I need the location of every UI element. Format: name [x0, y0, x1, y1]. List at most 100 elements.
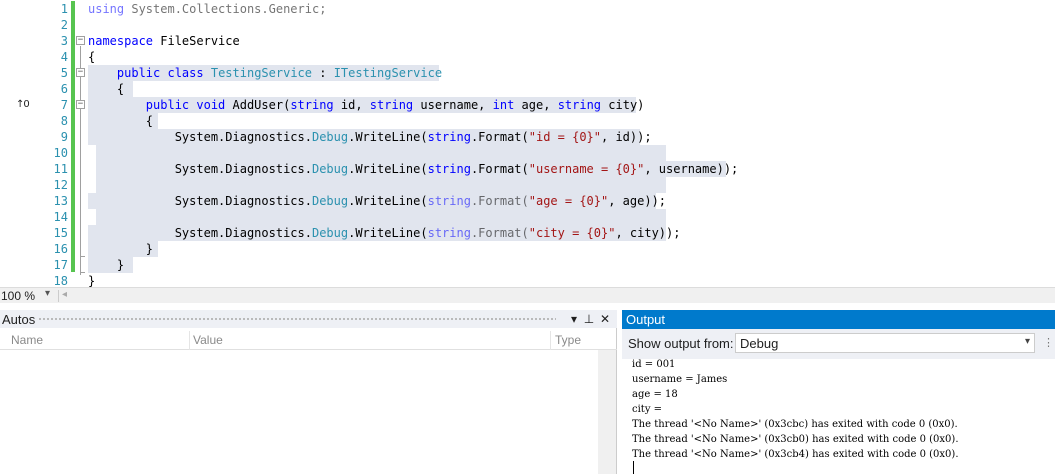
window-menu-icon[interactable]: ▾: [567, 310, 581, 328]
outline-end: [80, 272, 85, 273]
output-toolbar: Show output from: Debug ▾ ⋮: [622, 329, 1055, 359]
code-line-7: public void AddUser(string id, string us…: [88, 97, 652, 113]
line-number: 9: [60, 130, 68, 144]
code-line-15: System.Diagnostics.Debug.WriteLine(strin…: [88, 225, 681, 241]
keyword: string: [290, 98, 334, 112]
line-number: 16: [53, 242, 68, 256]
output-source-select[interactable]: Debug ▾: [735, 333, 1035, 353]
chevron-down-icon: ▾: [1024, 336, 1030, 347]
zoom-dropdown-icon[interactable]: ▾: [45, 288, 50, 299]
code-text: System.Collections.Generic;: [124, 2, 327, 16]
collapse-method-icon[interactable]: −: [76, 100, 85, 109]
line-number: 7: [60, 98, 68, 112]
type-name: ITestingService: [333, 66, 443, 80]
line-number: 10: [53, 146, 68, 160]
selection-highlight: [96, 209, 666, 225]
code-text: , age));: [608, 194, 667, 208]
close-icon[interactable]: ✕: [598, 310, 612, 328]
glyph-margin: ↑0: [0, 0, 38, 287]
code-text: , username));: [644, 162, 739, 176]
line-number: 13: [53, 194, 68, 208]
keyword: public class: [116, 66, 204, 80]
collapse-namespace-icon[interactable]: −: [76, 36, 85, 45]
column-value[interactable]: Value: [193, 333, 223, 347]
code-text: .Format(: [470, 130, 529, 144]
code-text: age,: [514, 98, 558, 112]
code-line-18: }: [88, 274, 96, 287]
show-output-label: Show output from:: [628, 336, 734, 351]
code-editor[interactable]: ↑0 1 2 3 4 5 6 7 8 9 10 11 12 13 14 15 1…: [0, 0, 1055, 287]
line-number: 17: [53, 258, 68, 272]
code-line-6: {: [88, 82, 125, 96]
drag-grip[interactable]: [38, 317, 556, 322]
change-tracking-bar: [71, 1, 75, 272]
pin-icon[interactable]: ⊥: [582, 310, 596, 328]
code-text: username,: [413, 98, 493, 112]
column-type[interactable]: Type: [555, 333, 581, 347]
keyword: string: [427, 130, 471, 144]
autos-scrollbar[interactable]: [598, 350, 616, 474]
selection-highlight: [96, 145, 666, 161]
keyword: int: [492, 98, 515, 112]
string-literal: "age = {0}": [528, 194, 609, 208]
code-text: System.Diagnostics.: [174, 130, 312, 144]
code-text: .WriteLine(: [348, 226, 428, 240]
type-name: Debug: [311, 130, 349, 144]
output-title-bar[interactable]: Output: [622, 310, 1055, 329]
column-name[interactable]: Name: [11, 333, 43, 347]
autos-title: Autos: [2, 312, 36, 327]
line-number: 8: [60, 114, 68, 128]
code-text: System.Diagnostics.: [174, 162, 312, 176]
column-divider[interactable]: [550, 331, 551, 350]
string-literal: "id = {0}": [528, 130, 601, 144]
code-text: id,: [333, 98, 370, 112]
keyword: namespace: [88, 34, 154, 48]
line-number: 5: [60, 66, 68, 80]
toolbar-overflow-icon[interactable]: ⋮: [1043, 336, 1054, 349]
line-number: 11: [53, 162, 68, 176]
output-text[interactable]: id = 001 username = James age = 18 city …: [632, 357, 959, 462]
code-text: AddUser(: [225, 98, 291, 112]
code-text: , id));: [601, 130, 652, 144]
outline-guide: [80, 46, 81, 275]
divider: [58, 290, 59, 302]
code-text: .WriteLine(: [348, 130, 428, 144]
autos-title-bar[interactable]: Autos ▾ ⊥ ✕: [0, 310, 617, 328]
type-name: Debug: [311, 194, 349, 208]
line-number: 14: [53, 210, 68, 224]
keyword: string: [427, 162, 471, 176]
code-line-11: System.Diagnostics.Debug.WriteLine(strin…: [88, 161, 739, 177]
code-text: .Format(: [470, 226, 529, 240]
keyword: string: [557, 98, 602, 112]
code-text: FileService: [153, 34, 240, 48]
output-title: Output: [626, 312, 666, 327]
code-line-16: }: [88, 242, 154, 256]
output-source-value: Debug: [740, 336, 779, 351]
scroll-left-icon[interactable]: ◂: [62, 289, 67, 300]
keyword: string: [427, 226, 471, 240]
line-number: 3: [60, 34, 68, 48]
line-number: 4: [60, 50, 68, 64]
line-number: 6: [60, 82, 68, 96]
collapse-class-icon[interactable]: −: [76, 68, 85, 77]
zoom-level[interactable]: 100 %: [1, 289, 35, 303]
outline-end: [80, 256, 85, 257]
string-literal: "username = {0}": [528, 162, 645, 176]
line-number: 12: [53, 178, 68, 192]
editor-status-strip: 100 % ▾ ◂: [0, 287, 1055, 303]
keyword: string: [369, 98, 414, 112]
code-line-9: System.Diagnostics.Debug.WriteLine(strin…: [88, 129, 652, 145]
autos-column-header: Name Value Type: [0, 331, 617, 350]
breakpoint-indicator-icon[interactable]: ↑0: [16, 99, 30, 110]
code-text: .Format(: [470, 194, 529, 208]
code-text: .WriteLine(: [348, 194, 428, 208]
type-name: Debug: [311, 162, 349, 176]
column-divider[interactable]: [189, 331, 190, 350]
line-number: 2: [60, 18, 68, 32]
line-number: 15: [53, 226, 68, 240]
